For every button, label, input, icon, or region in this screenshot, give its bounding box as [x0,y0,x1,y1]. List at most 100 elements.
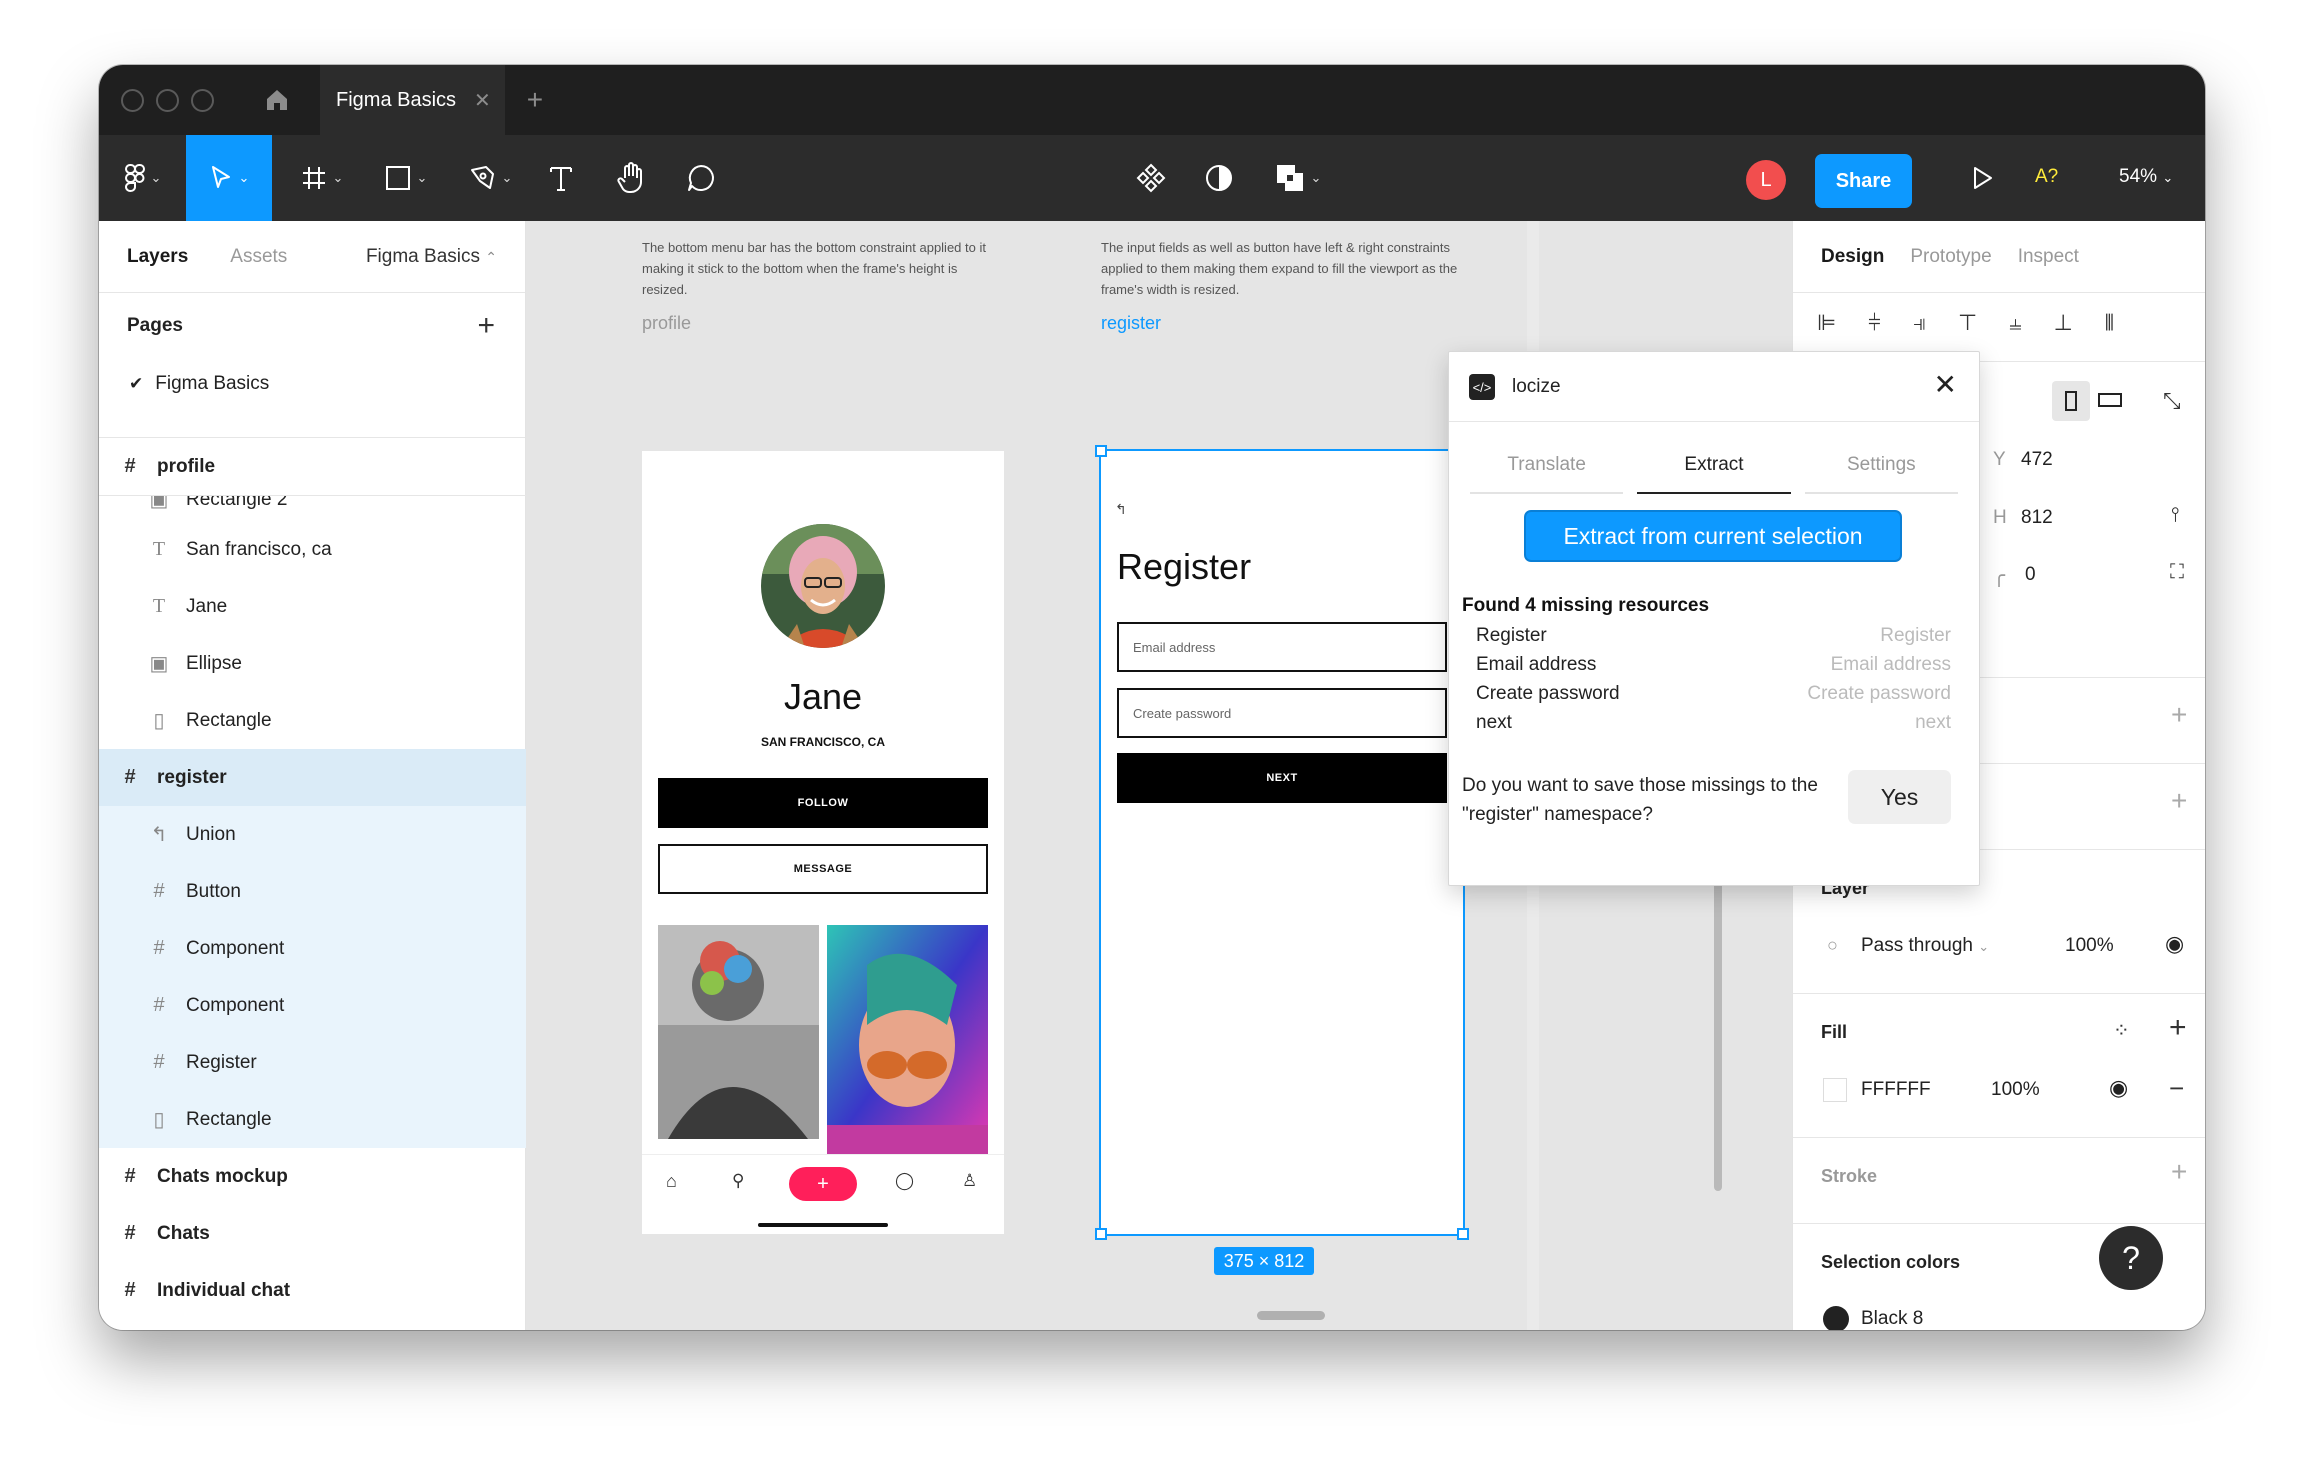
color-swatch-black[interactable] [1823,1306,1849,1330]
layer-item[interactable]: ▯ Rectangle [99,692,526,749]
layer-item[interactable]: T San francisco, ca [99,521,526,578]
yes-button[interactable]: Yes [1848,770,1951,824]
fill-styles-icon[interactable]: ⁘ [2113,1018,2130,1043]
layer-frame-chats-mockup[interactable]: # Chats mockup [99,1148,526,1205]
eye-icon[interactable]: ◉ [2109,1075,2128,1101]
help-button[interactable]: ? [2099,1226,2163,1290]
align-top-icon[interactable]: ⊤ [1958,310,1977,336]
link-icon[interactable]: ⫯ [2171,504,2180,527]
layer-frame-register[interactable]: # register [99,749,526,806]
extract-button[interactable]: Extract from current selection [1524,510,1902,562]
independent-corners-icon[interactable]: ⛶ [2170,561,2184,584]
comment-tool-button[interactable] [679,135,723,221]
mask-button[interactable] [1197,135,1241,221]
components-button[interactable] [1129,135,1173,221]
layer-opacity-field[interactable]: 100% [2065,935,2114,957]
minimize-window-button[interactable] [156,88,179,112]
remove-fill-button[interactable]: − [2169,1073,2184,1104]
shrink-frame-icon[interactable]: ⤡ [2163,388,2181,414]
main-menu-button[interactable]: ⌄ [113,135,173,221]
add-auto-layout-button[interactable]: + [2171,699,2187,731]
tab-translate[interactable]: Translate [1470,438,1624,494]
user-icon[interactable]: ♙ [962,1171,977,1191]
close-icon[interactable]: ✕ [1934,368,1957,401]
align-bottom-icon[interactable]: ⊥ [2054,310,2073,336]
layer-item[interactable]: # Button [99,863,526,920]
align-center-vertical-icon[interactable]: ⫨ [2009,310,2021,336]
move-tool-button[interactable]: ⌄ [186,135,272,221]
tab-inspect[interactable]: Inspect [2018,246,2079,268]
add-stroke-button[interactable]: + [2171,1156,2187,1188]
align-left-icon[interactable]: ⊫ [1817,310,1836,336]
layer-item[interactable]: # Component [99,920,526,977]
h-field[interactable]: 812 [2021,507,2053,529]
add-page-button[interactable]: + [477,309,495,343]
y-field[interactable]: 472 [2021,449,2053,471]
message-button[interactable]: MESSAGE [658,844,988,894]
layer-frame-profile[interactable]: # profile [99,438,526,496]
layer-item[interactable]: ▯ Rectangle [99,1091,526,1148]
shape-tool-button[interactable]: ⌄ [375,135,437,221]
share-button[interactable]: Share [1815,154,1912,208]
layer-item[interactable]: ▣ Ellipse [99,635,526,692]
distribute-icon[interactable]: ⫴ [2105,310,2114,336]
hand-tool-button[interactable] [609,135,653,221]
tab-layers[interactable]: Layers [127,246,188,268]
blend-mode-select[interactable]: Pass through ⌄ [1861,935,1989,957]
boolean-button[interactable]: ⌄ [1265,135,1331,221]
register-frame[interactable]: ↰ Register Email address Create password… [1095,445,1469,1240]
frame-label-profile[interactable]: profile [642,313,691,334]
resize-handle-bottom-right[interactable] [1457,1228,1469,1240]
layer-frame-individual-chat[interactable]: # Individual chat [99,1262,526,1319]
align-center-horizontal-icon[interactable]: ⫩ [1868,310,1881,336]
add-fill-button[interactable]: + [2169,1011,2187,1045]
eye-icon[interactable]: ◉ [2165,931,2184,957]
next-button[interactable]: NEXT [1117,753,1447,803]
tab-prototype[interactable]: Prototype [1910,246,1991,268]
chat-icon[interactable]: ◯ [895,1171,914,1191]
fill-opacity-field[interactable]: 100% [1991,1079,2040,1101]
file-tab[interactable]: Figma Basics ✕ [320,65,505,135]
layer-item[interactable]: # Component [99,977,526,1034]
frame-label-register[interactable]: register [1101,313,1161,334]
resize-handle-top-left[interactable] [1095,445,1107,457]
home-icon[interactable] [262,85,292,115]
page-item[interactable]: ✔ Figma Basics [129,373,269,395]
add-constraint-button[interactable]: + [2171,785,2187,817]
horizontal-scrollbar[interactable] [1257,1311,1325,1320]
text-tool-button[interactable] [539,135,583,221]
pen-tool-button[interactable]: ⌄ [459,135,521,221]
close-window-button[interactable] [121,88,144,112]
landscape-icon[interactable] [2098,393,2122,407]
follow-button[interactable]: FOLLOW [658,778,988,828]
corner-radius-field[interactable]: 0 [2025,564,2036,586]
fill-swatch[interactable] [1823,1078,1847,1102]
layer-item[interactable]: # Register [99,1034,526,1091]
maximize-window-button[interactable] [191,88,214,112]
email-field[interactable]: Email address [1117,622,1447,672]
portrait-toggle[interactable] [2052,381,2090,421]
fill-hex-field[interactable]: FFFFFF [1861,1079,1931,1101]
layer-item[interactable]: ▣ Rectangle 2 [99,496,526,519]
zoom-level[interactable]: 54% ⌄ [2119,166,2173,188]
missing-fonts-badge[interactable]: A? [2035,166,2058,188]
search-icon[interactable]: ⚲ [732,1171,744,1191]
password-field[interactable]: Create password [1117,688,1447,738]
align-right-icon[interactable]: ⫣ [1913,310,1926,336]
layer-item[interactable]: ↰ Union [99,806,526,863]
profile-frame[interactable]: Jane SAN FRANCISCO, CA FOLLOW MESSAGE ⌂ … [642,451,1004,1234]
resize-handle-bottom-left[interactable] [1095,1228,1107,1240]
frame-tool-button[interactable]: ⌄ [291,135,353,221]
tab-settings[interactable]: Settings [1804,438,1958,494]
selection-color-name[interactable]: Black 8 [1861,1308,1923,1330]
close-tab-icon[interactable]: ✕ [474,88,491,113]
present-button[interactable] [1961,135,2005,221]
new-tab-button[interactable]: + [527,84,543,116]
add-post-button[interactable]: + [789,1167,857,1201]
layer-item[interactable]: T Jane [99,578,526,635]
user-avatar[interactable]: L [1746,160,1786,200]
page-switcher[interactable]: Figma Basics ⌃ [366,246,497,268]
home-icon[interactable]: ⌂ [666,1171,677,1192]
tab-design[interactable]: Design [1821,246,1884,268]
tab-assets[interactable]: Assets [230,246,287,268]
